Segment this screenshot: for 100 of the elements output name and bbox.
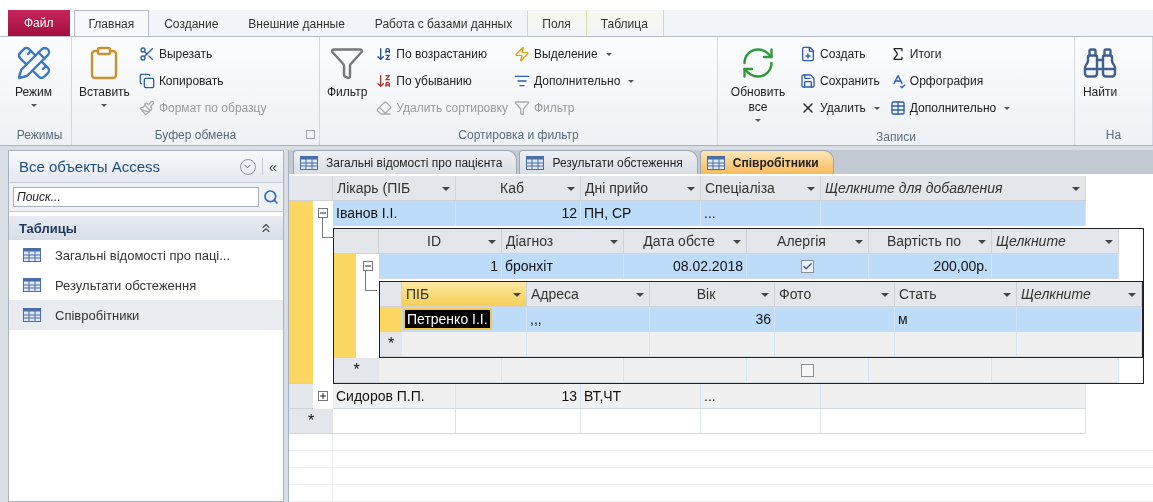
- caret-icon: [442, 187, 450, 191]
- table-cell: 200,00р.: [869, 254, 992, 279]
- column-header[interactable]: Діагноз: [502, 229, 624, 254]
- group-label: Режимы: [15, 127, 64, 144]
- column-header[interactable]: Щелкните: [1017, 282, 1142, 307]
- launcher-icon[interactable]: [306, 130, 315, 139]
- ribbon-tab[interactable]: Создание: [149, 10, 234, 36]
- sort-ascending-icon: [376, 46, 393, 62]
- ribbon-tab[interactable]: Таблица: [585, 10, 663, 36]
- column-header[interactable]: Вік: [650, 282, 775, 307]
- table-cell: ...: [701, 201, 821, 226]
- ribbon-tab[interactable]: Поля: [527, 10, 586, 36]
- column-header[interactable]: Фото: [775, 282, 895, 307]
- caret-icon: [628, 79, 635, 83]
- column-header[interactable]: ПІБ: [402, 282, 527, 307]
- table-cell: ...: [701, 384, 821, 409]
- ribbon-button[interactable]: Создать: [800, 43, 884, 65]
- ribbon-tab[interactable]: Внешние данные: [233, 10, 360, 36]
- document-tab[interactable]: Співробітники: [699, 150, 834, 174]
- section-header[interactable]: Таблицы: [9, 216, 283, 240]
- document-tab[interactable]: Загальні відомості про пацієнта: [293, 150, 518, 174]
- ribbon-button[interactable]: Режим: [12, 43, 55, 113]
- document-tab[interactable]: Результати обстеження: [519, 150, 698, 174]
- column-header[interactable]: Стать: [895, 282, 1017, 307]
- ribbon-button[interactable]: Орфография: [889, 70, 1015, 92]
- tree-line: [365, 271, 377, 291]
- expand-icon[interactable]: [318, 391, 328, 401]
- caret-icon: [755, 119, 761, 122]
- checkbox[interactable]: [801, 259, 814, 273]
- caret-icon: [733, 240, 741, 244]
- column-header[interactable]: Алергія: [747, 229, 869, 254]
- table-icon: [706, 155, 725, 170]
- scissors-icon: [138, 46, 155, 62]
- caret-icon: [761, 293, 769, 297]
- table-cell: 13: [456, 384, 581, 409]
- table-cell: 08.02.2018: [624, 254, 747, 279]
- ribbon-button[interactable]: Фильтр: [324, 43, 371, 102]
- caret-icon: [513, 293, 521, 297]
- collapse-icon[interactable]: [362, 261, 373, 271]
- table-cell: ПН, СР: [581, 201, 701, 226]
- filter-list-icon: [514, 73, 530, 89]
- column-header[interactable]: Щелкните: [992, 229, 1119, 254]
- group-label: Сортировка и фильтр: [457, 127, 580, 144]
- group-label: Буфер обмена: [72, 125, 319, 145]
- ribbon-button[interactable]: Выделение: [514, 43, 639, 65]
- select-all-corner[interactable]: [334, 229, 379, 254]
- checkbox[interactable]: [801, 363, 814, 377]
- new-record-icon: [800, 46, 816, 62]
- column-header[interactable]: Дата обсте: [624, 229, 747, 254]
- ribbon-button[interactable]: Удалить: [800, 97, 884, 119]
- file-tab[interactable]: Файл: [8, 10, 70, 36]
- table-icon: [526, 155, 545, 170]
- column-header[interactable]: Щелкните для добавления: [821, 176, 1086, 201]
- caret-icon: [101, 104, 108, 107]
- caret-icon: [488, 240, 496, 244]
- cell-editor[interactable]: Петренко І.І.: [405, 310, 490, 328]
- record-selector[interactable]: [289, 384, 313, 409]
- collapse-button[interactable]: «: [261, 158, 277, 175]
- ribbon-button[interactable]: Сохранить: [800, 70, 884, 92]
- column-header[interactable]: Каб: [456, 176, 581, 201]
- column-header[interactable]: Лікарь (ПІБ: [333, 176, 456, 201]
- ribbon-button[interactable]: Найти: [1079, 43, 1121, 102]
- ribbon-button[interactable]: Вставить: [76, 43, 133, 113]
- ribbon-button[interactable]: По убыванию: [376, 70, 508, 92]
- select-all-corner[interactable]: [380, 282, 402, 307]
- column-header[interactable]: Вартість по: [869, 229, 992, 254]
- table-icon: [23, 308, 41, 322]
- column-header[interactable]: Адреса: [527, 282, 650, 307]
- column-header[interactable]: Дні прийо: [581, 176, 701, 201]
- ribbon-button[interactable]: Копировать: [138, 70, 267, 92]
- search-field[interactable]: Поиск...: [13, 187, 259, 207]
- table-icon: [889, 100, 906, 116]
- ribbon-tab[interactable]: Работа с базами данных: [359, 10, 528, 36]
- ribbon-button[interactable]: Вырезать: [138, 43, 267, 65]
- funnel-icon: [514, 100, 530, 116]
- ribbon-button[interactable]: Дополнительно: [889, 97, 1015, 119]
- table-icon: [23, 278, 41, 292]
- new-row-marker: *: [380, 332, 402, 357]
- table-cell: м: [895, 307, 1017, 332]
- copy-icon: [138, 73, 155, 89]
- caret-icon: [636, 293, 644, 297]
- collapse-icon[interactable]: [318, 208, 328, 218]
- column-header[interactable]: Спеціаліза: [701, 176, 821, 201]
- caret-icon: [1128, 293, 1136, 297]
- caret-icon: [567, 187, 575, 191]
- column-header[interactable]: ID: [379, 229, 502, 254]
- search-icon[interactable]: [263, 189, 279, 205]
- nav-item[interactable]: Загальні відомості про паці...: [9, 240, 283, 270]
- ribbon-button[interactable]: Итоги: [889, 43, 1015, 65]
- ribbon-button[interactable]: Дополнительно: [514, 70, 639, 92]
- ribbon-tab[interactable]: Главная: [73, 10, 150, 36]
- ribbon-button[interactable]: Обновить все: [722, 43, 794, 128]
- ribbon-button[interactable]: По возрастанию: [376, 43, 508, 65]
- new-row-marker: *: [289, 409, 333, 434]
- select-all-corner[interactable]: [289, 176, 333, 201]
- lightning-icon: [514, 46, 530, 62]
- nav-item[interactable]: Співробітники: [9, 300, 283, 330]
- caret-icon: [1003, 293, 1011, 297]
- nav-item[interactable]: Результати обстеження: [9, 270, 283, 300]
- funnel-icon: [329, 45, 366, 81]
